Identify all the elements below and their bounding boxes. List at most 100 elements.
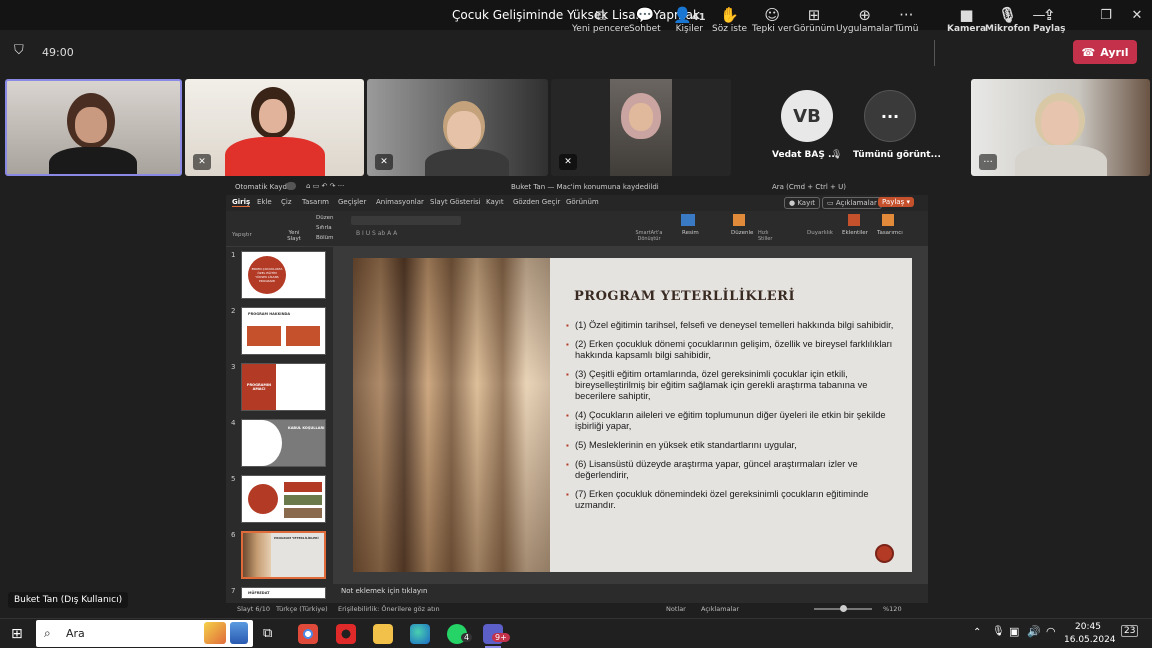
participant-tile-5[interactable]: ··· — [971, 79, 1150, 176]
more-icon: ··· — [899, 6, 914, 24]
current-slide[interactable]: PROGRAM YETERLİLİKLERİ (1) Özel eğitimin… — [353, 258, 912, 572]
ppt-share-button[interactable]: Paylaş ▾ — [878, 197, 914, 207]
ppt-search[interactable]: Ara (Cmd + Ctrl + U) — [772, 183, 846, 191]
view-all-button[interactable]: ··· — [864, 90, 916, 142]
taskbar-search-box[interactable]: ⌕ Ara — [36, 620, 253, 647]
participant-face — [629, 103, 653, 131]
more-icon[interactable]: ··· — [979, 154, 997, 170]
tab-animations[interactable]: Animasyonlar — [376, 198, 424, 206]
participant-tile-3[interactable]: ✕ — [367, 79, 548, 176]
volume-icon[interactable]: 🔊 — [1027, 625, 1041, 638]
task-view-icon[interactable]: ⧉ — [263, 626, 272, 641]
notification-center-icon[interactable]: 23 — [1121, 625, 1139, 637]
comment-icon: ▭ — [827, 199, 834, 207]
windows-start-icon[interactable]: ⊞ — [11, 626, 23, 642]
format-buttons[interactable]: B I U S ab A A — [356, 230, 397, 237]
tab-transitions[interactable]: Geçişler — [338, 198, 366, 206]
slide-thumb-2[interactable]: PROGRAM HAKKINDA — [241, 307, 326, 355]
participant-body — [425, 149, 509, 176]
participant-face — [1041, 101, 1079, 145]
tab-review[interactable]: Gözden Geçir — [513, 198, 560, 206]
arrange-icon — [733, 214, 745, 226]
language-status[interactable]: Türkçe (Türkiye) — [276, 605, 328, 613]
people-icon: 👤41 — [673, 6, 706, 24]
record-button[interactable]: ● Kayıt — [784, 197, 820, 209]
tab-insert[interactable]: Ekle — [257, 198, 272, 206]
view-button[interactable]: ⊞ Görünüm — [793, 6, 835, 34]
mic-icon[interactable]: 🎙 — [992, 626, 1005, 637]
accessibility-status[interactable]: Erişilebilirlik: Önerilere göz atın — [338, 605, 440, 613]
chevron-up-icon[interactable]: ⌃ — [973, 627, 981, 638]
teams-badge: 9+ — [492, 633, 510, 642]
more-label: Tümü — [894, 24, 919, 34]
more-button[interactable]: ··· Tümü — [894, 6, 918, 34]
tab-home[interactable]: Giriş — [232, 198, 251, 207]
arrange-button[interactable]: Düzenle — [731, 230, 753, 236]
bullet-item: (3) Çeşitli eğitim ortamlarında, özel ge… — [566, 369, 897, 402]
section-button[interactable]: Bölüm — [316, 235, 334, 241]
people-button[interactable]: 👤41 Kişiler — [673, 6, 706, 34]
slide-thumb-3[interactable]: PROGRAMIN AMACI — [241, 363, 326, 411]
share-icon: ⇪ — [1042, 6, 1056, 24]
participant-tile-presenter[interactable] — [5, 79, 182, 176]
layout-button[interactable]: Düzen — [316, 215, 333, 221]
home-icon[interactable]: ⌂ ▭ ↶ ↷ ··· — [306, 182, 344, 190]
chat-button[interactable]: 💬 Sohbet — [629, 6, 661, 34]
apps-button[interactable]: ⊕ Uygulamalar — [836, 6, 893, 34]
notes-toggle[interactable]: Notlar — [666, 605, 686, 613]
wifi-icon[interactable]: ◠ — [1046, 625, 1056, 638]
opera-icon[interactable] — [336, 624, 356, 644]
quick-styles-button[interactable]: Hızlı Stiller — [758, 230, 774, 242]
mic-off-icon: ✕ — [559, 154, 577, 170]
slide-thumb-4[interactable]: KABUL KOŞULLARI — [241, 419, 326, 467]
zoom-level[interactable]: %120 — [883, 605, 902, 613]
share-button[interactable]: ⇪ Paylaş — [1033, 6, 1066, 34]
mic-off-icon: 🎙 — [998, 6, 1018, 24]
tab-design[interactable]: Tasarım — [302, 198, 329, 206]
chat-icon: 💬 — [635, 6, 655, 24]
camera-button[interactable]: ■ Kamera — [947, 6, 986, 34]
participant-name: Vedat BAŞ ... — [772, 150, 839, 160]
zoom-slider-thumb[interactable] — [840, 605, 847, 612]
close-icon[interactable]: ✕ — [1114, 0, 1152, 30]
font-select[interactable] — [351, 216, 461, 225]
clock-date[interactable]: 16.05.2024 — [1064, 635, 1116, 645]
slide-thumb-7[interactable]: MÜFREDAT — [241, 587, 326, 599]
file-explorer-icon[interactable] — [373, 624, 393, 644]
comments-button[interactable]: ▭ Açıklamalar — [822, 197, 882, 209]
slide-thumb-1[interactable]: ERKEN ÇOCUKLUKTA ÖZEL EĞİTİM YÜKSEK LİSA… — [241, 251, 326, 299]
tab-draw[interactable]: Çiz — [281, 198, 292, 206]
new-window-button[interactable]: ⧉ Yeni pencere — [572, 6, 629, 34]
participant-tile-2[interactable]: ✕ — [185, 79, 364, 176]
raise-hand-button[interactable]: ✋ Söz iste — [712, 6, 747, 34]
tab-view[interactable]: Görünüm — [566, 198, 599, 206]
slide-thumb-5[interactable] — [241, 475, 326, 523]
slide-thumb-6-selected[interactable]: PROGRAM YETERLİLİKLERİ — [241, 531, 326, 579]
picture-button[interactable]: Resim — [682, 230, 699, 236]
battery-icon[interactable]: ▣ — [1009, 625, 1019, 638]
designer-button[interactable]: Tasarımcı — [877, 230, 903, 236]
paste-button[interactable]: Yapıştır — [232, 232, 252, 238]
clock-time[interactable]: 20:45 — [1066, 622, 1110, 632]
addins-button[interactable]: Eklentiler — [842, 230, 868, 236]
leave-button[interactable]: ☎ Ayrıl — [1073, 40, 1137, 64]
chrome-icon[interactable] — [298, 624, 318, 644]
bullet-item: (6) Lisansüstü düzeyde araştırma yapar, … — [566, 459, 897, 481]
participant-tile-4[interactable]: ✕ — [551, 79, 731, 176]
sensitivity-button[interactable]: Duyarlılık — [807, 230, 833, 236]
new-slide-button[interactable]: Yeni Slayt — [284, 230, 304, 242]
tab-slideshow[interactable]: Slayt Gösterisi — [430, 198, 481, 206]
ribbon: Yapıştır Yeni Slayt Düzen Sıfırla Bölüm … — [226, 211, 928, 247]
reset-button[interactable]: Sıfırla — [316, 225, 332, 231]
mic-button[interactable]: 🎙 Mikrofon — [985, 6, 1030, 34]
notes-pane[interactable]: Not eklemek için tıklayın — [333, 583, 928, 598]
autosave-toggle[interactable] — [286, 182, 296, 190]
react-button[interactable]: ☺ Tepki ver — [752, 6, 792, 34]
smartart-button[interactable]: SmartArt'a Dönüştür — [634, 230, 664, 242]
comments-toggle[interactable]: Açıklamalar — [701, 605, 739, 613]
edge-icon[interactable] — [410, 624, 430, 644]
slide-title: PROGRAM YETERLİLİKLERİ — [574, 289, 796, 304]
document-title: Buket Tan — Mac'im konumuna kaydedildi — [511, 183, 659, 191]
tab-record[interactable]: Kayıt — [486, 198, 504, 206]
avatar[interactable]: VB — [781, 90, 833, 142]
